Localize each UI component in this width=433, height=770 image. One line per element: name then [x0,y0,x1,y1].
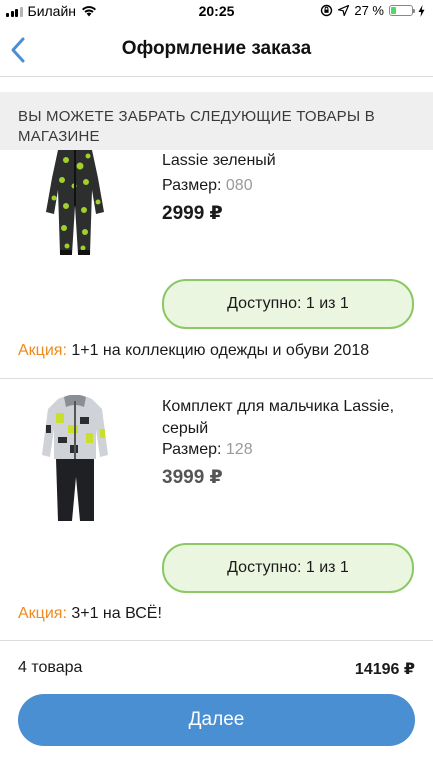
divider [0,640,433,641]
promo-label: Акция: [18,342,67,359]
lightning-icon [418,4,425,17]
rotation-lock-icon [321,4,333,17]
availability-button[interactable]: Доступно: 1 из 1 [162,279,414,329]
section-header-text: ВЫ МОЖЕТЕ ЗАБРАТЬ СЛЕДУЮЩИЕ ТОВАРЫ В МАГ… [18,108,375,145]
product-name: Комплект для мальчика Lassie, серый [162,398,395,437]
status-bar: Билайн 20:25 27 % [0,0,433,24]
promo-text: 3+1 на ВСЁ! [71,605,162,622]
section-header: ВЫ МОЖЕТЕ ЗАБРАТЬ СЛЕДУЮЩИЕ ТОВАРЫ В МАГ… [0,92,433,150]
promo-line: Акция: 3+1 на ВСЁ! [18,605,162,623]
product-card[interactable]: Lassie зеленый Размер: 080 2999 ₽ Доступ… [0,150,433,378]
size-value: 080 [225,177,253,194]
availability-label: Доступно: 1 из 1 [227,295,349,312]
availability-label: Доступно: 1 из 1 [227,559,349,576]
promo-label: Акция: [18,605,67,622]
nav-bar: Оформление заказа [0,24,433,77]
promo-line: Акция: 1+1 на коллекцию одежды и обуви 2… [18,342,369,360]
battery-icon [389,5,415,16]
product-price: 2999 ₽ [162,203,223,224]
product-size: Размер: 128 [162,441,253,459]
size-label: Размер: [162,177,222,194]
product-card[interactable]: Комплект для мальчика Lassie, серый Разм… [0,379,433,639]
promo-text: 1+1 на коллекцию одежды и обуви 2018 [71,342,370,359]
location-arrow-icon [338,5,350,16]
order-total: 14196 ₽ [354,661,415,678]
product-image-green-overall [46,150,104,255]
battery-percent: 27 % [354,3,384,18]
items-count: 4 товара [18,659,83,676]
product-size: Размер: 080 [162,177,253,195]
size-label: Размер: [162,441,222,458]
next-button-label: Далее [188,709,245,730]
product-image-grey-set [42,395,108,521]
size-value: 128 [225,441,253,458]
product-name: Lassie зеленый [162,152,276,169]
page-title: Оформление заказа [121,38,312,59]
status-right: 27 % [320,3,425,18]
availability-button[interactable]: Доступно: 1 из 1 [162,543,414,593]
product-price: 3999 ₽ [162,467,223,488]
next-button[interactable]: Далее [18,694,415,746]
